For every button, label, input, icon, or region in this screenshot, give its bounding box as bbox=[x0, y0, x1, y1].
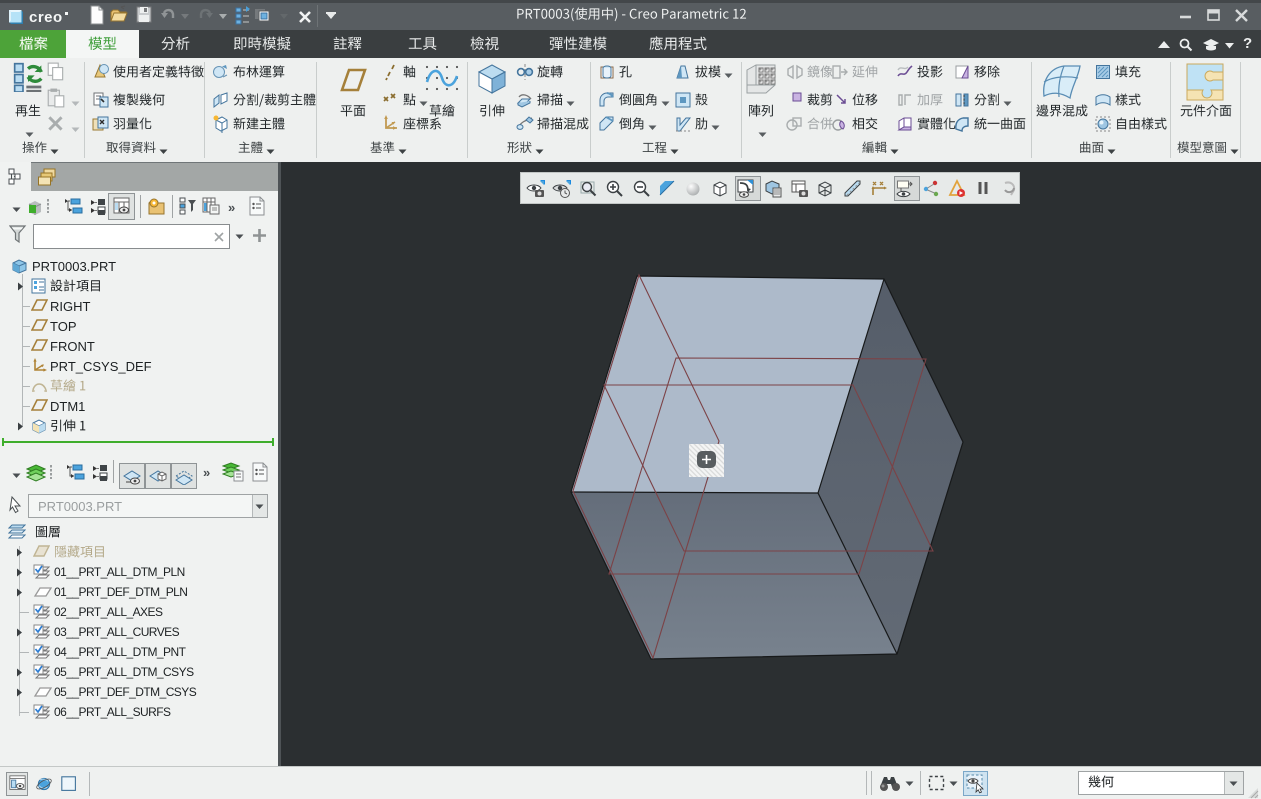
svg-text:creo: creo bbox=[29, 9, 63, 26]
